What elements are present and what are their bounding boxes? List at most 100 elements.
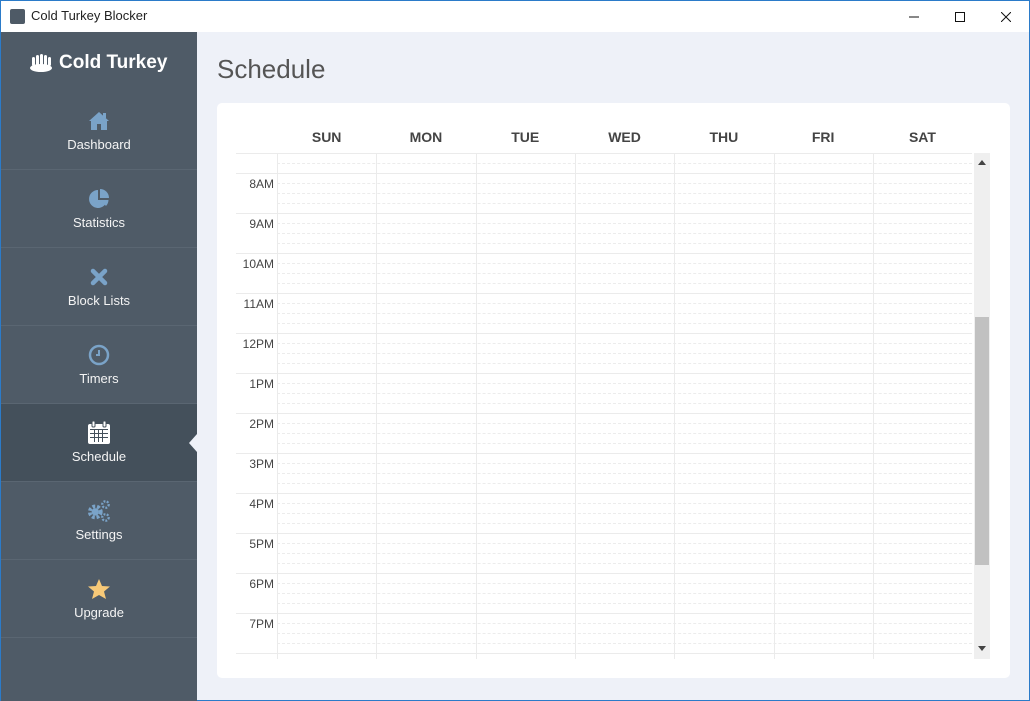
scroll-down-arrow-icon[interactable] <box>978 646 986 651</box>
day-header-mon: MON <box>409 129 443 145</box>
maximize-button[interactable] <box>937 1 983 32</box>
hour-line <box>236 333 972 334</box>
hour-line <box>236 493 972 494</box>
time-label: 9AM <box>249 217 274 231</box>
sidebar-item-label: Statistics <box>72 215 125 230</box>
quarter-hour-line <box>277 483 972 484</box>
quarter-hour-line <box>277 553 972 554</box>
quarter-hour-line <box>277 193 972 194</box>
close-icon <box>1001 11 1011 22</box>
quarter-hour-line <box>277 183 972 184</box>
gears-icon <box>87 499 111 523</box>
quarter-hour-line <box>277 323 972 324</box>
sidebar-item-label: Schedule <box>71 449 127 464</box>
quarter-hour-line <box>277 403 972 404</box>
quarter-hour-line <box>277 633 972 634</box>
quarter-hour-line <box>277 363 972 364</box>
grid-top-line <box>236 153 972 154</box>
quarter-hour-line <box>277 523 972 524</box>
time-label: 3PM <box>249 457 274 471</box>
minimize-icon <box>909 16 919 17</box>
quarter-hour-line <box>277 243 972 244</box>
quarter-hour-line <box>277 443 972 444</box>
calendar-icon <box>87 421 111 445</box>
hour-line <box>236 653 972 654</box>
clock-icon <box>87 343 111 367</box>
day-header-fri: FRI <box>811 129 835 145</box>
quarter-hour-line <box>277 593 972 594</box>
hour-line <box>236 413 972 414</box>
time-label: 7PM <box>249 617 274 631</box>
time-label: 8AM <box>249 177 274 191</box>
hour-line <box>236 213 972 214</box>
quarter-hour-line <box>277 583 972 584</box>
quarter-hour-line <box>277 563 972 564</box>
sidebar-item-dashboard[interactable]: Dashboard <box>1 92 197 170</box>
x-icon <box>87 265 111 289</box>
hour-line <box>236 253 972 254</box>
quarter-hour-line <box>277 543 972 544</box>
hour-line <box>236 453 972 454</box>
time-label: 4PM <box>249 497 274 511</box>
quarter-hour-line <box>277 343 972 344</box>
hour-line <box>236 293 972 294</box>
sidebar-item-label: Block Lists <box>67 293 131 308</box>
day-header-wed: WED <box>608 129 641 145</box>
sidebar-item-settings[interactable]: Settings <box>1 482 197 560</box>
sidebar-item-statistics[interactable]: Statistics <box>1 170 197 248</box>
minimize-button[interactable] <box>891 1 937 32</box>
home-icon <box>87 109 111 133</box>
vertical-scrollbar[interactable] <box>974 153 990 659</box>
hour-line <box>236 573 972 574</box>
quarter-hour-line <box>277 353 972 354</box>
quarter-hour-line <box>277 383 972 384</box>
sidebar-item-label: Settings <box>75 527 123 542</box>
day-header-sat: SAT <box>908 129 936 145</box>
quarter-hour-line <box>277 303 972 304</box>
hour-line <box>236 613 972 614</box>
brand-name: Cold Turkey <box>59 52 168 73</box>
scrollbar-thumb[interactable] <box>975 317 989 565</box>
quarter-hour-line <box>277 313 972 314</box>
day-header-sun: SUN <box>311 129 342 145</box>
sidebar: Cold Turkey Dashboard Statistics Block L… <box>1 32 197 701</box>
sidebar-item-label: Dashboard <box>67 137 131 152</box>
schedule-grid[interactable]: 8AM 9AM 10AM 11AM 12PM 1PM 2PM 3PM 4PM 5PM 6PM 7PM <box>236 153 972 659</box>
page-title: Schedule <box>217 54 326 84</box>
quarter-hour-line <box>277 513 972 514</box>
time-label: 10AM <box>242 257 274 271</box>
time-label: 1PM <box>249 377 274 391</box>
quarter-hour-line <box>277 263 972 264</box>
window-title: Cold Turkey Blocker <box>31 8 148 23</box>
hour-line <box>236 373 972 374</box>
sidebar-nav: Dashboard Statistics Block Lists Timers <box>1 92 197 638</box>
quarter-hour-line <box>277 473 972 474</box>
sidebar-item-upgrade[interactable]: Upgrade <box>1 560 197 638</box>
quarter-hour-line <box>277 643 972 644</box>
close-button[interactable] <box>983 1 1029 32</box>
turkey-logo-icon <box>30 54 52 72</box>
quarter-hour-line <box>277 623 972 624</box>
maximize-icon <box>955 11 965 22</box>
quarter-hour-line <box>277 163 972 164</box>
scroll-up-arrow-icon[interactable] <box>978 160 986 165</box>
day-header-tue: TUE <box>511 129 540 145</box>
quarter-hour-line <box>277 223 972 224</box>
sidebar-item-block-lists[interactable]: Block Lists <box>1 248 197 326</box>
quarter-hour-line <box>277 433 972 434</box>
sidebar-item-schedule[interactable]: Schedule <box>1 404 197 482</box>
sidebar-item-label: Upgrade <box>74 605 124 620</box>
brand: Cold Turkey <box>29 52 167 74</box>
main-content: Schedule SUN MON TUE WED THU FRI SAT 8AM 9AM 10A… <box>197 32 1029 701</box>
schedule-card: SUN MON TUE WED THU FRI SAT 8AM 9AM 10AM 11AM 12PM… <box>217 103 1010 678</box>
quarter-hour-line <box>277 463 972 464</box>
quarter-hour-line <box>277 233 972 234</box>
sidebar-item-timers[interactable]: Timers <box>1 326 197 404</box>
time-label: 5PM <box>249 537 274 551</box>
time-label: 12PM <box>242 337 274 351</box>
title-bar: Cold Turkey Blocker <box>1 1 1029 32</box>
quarter-hour-line <box>277 203 972 204</box>
app-icon <box>10 9 25 24</box>
hour-line <box>236 533 972 534</box>
quarter-hour-line <box>277 283 972 284</box>
